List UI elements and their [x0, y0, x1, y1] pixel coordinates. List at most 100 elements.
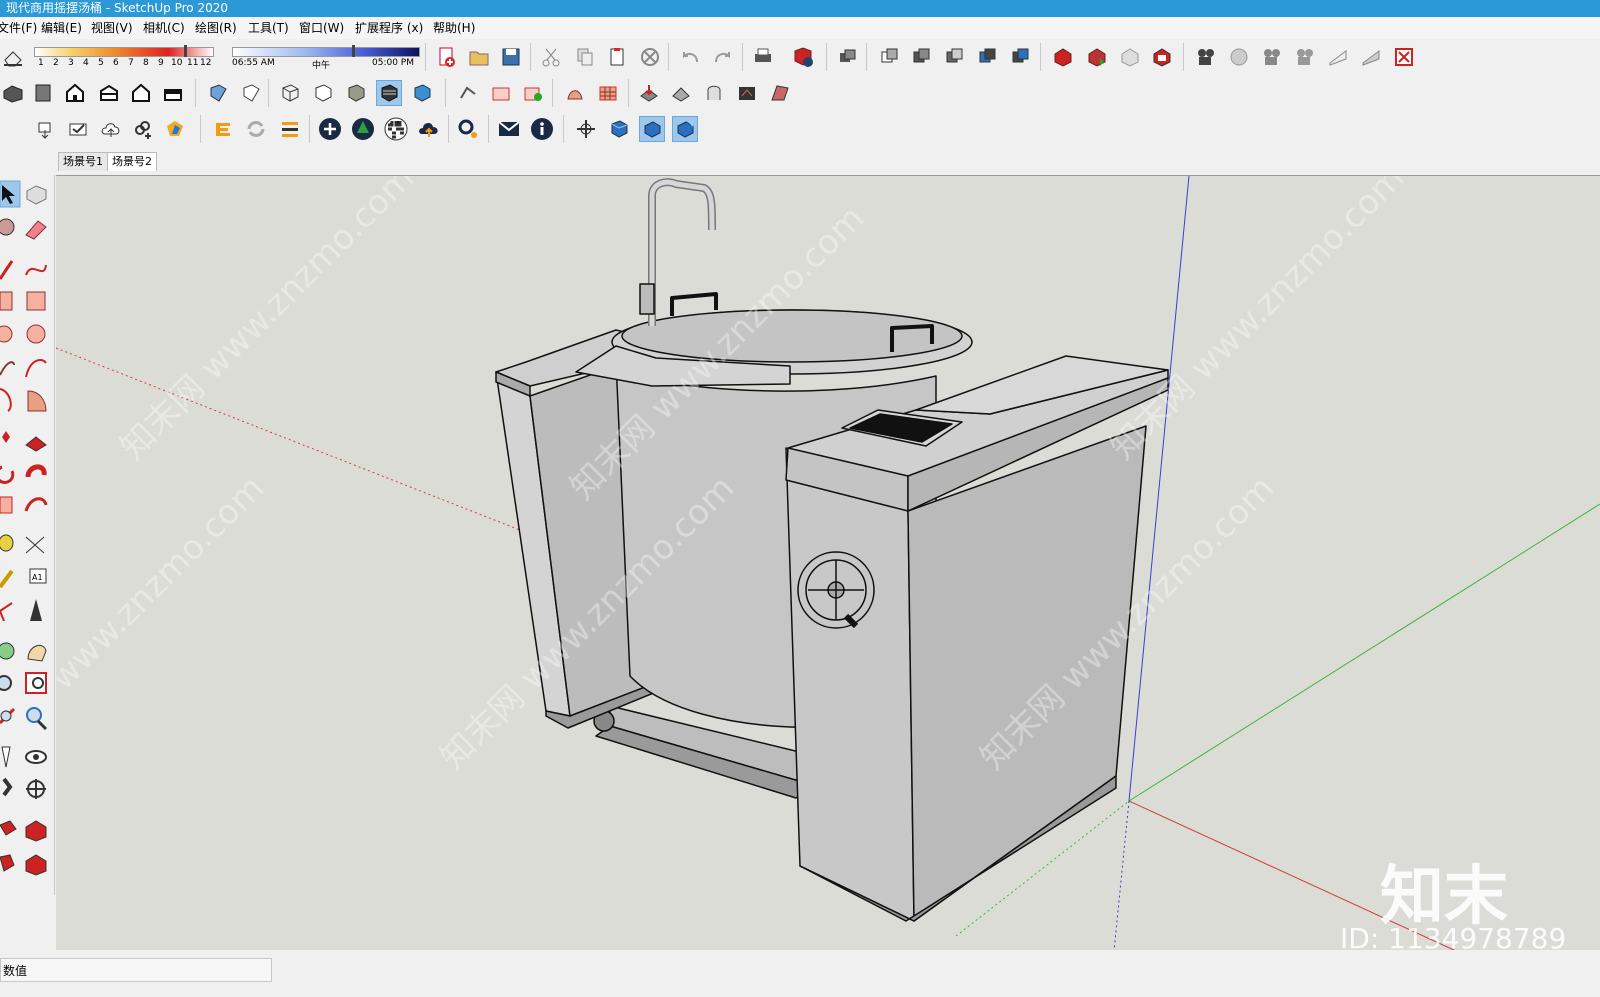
settings-gear-icon[interactable]	[455, 116, 481, 142]
position-camera-icon[interactable]	[1, 746, 11, 768]
scene-tab-2[interactable]: 场景号2	[107, 152, 157, 171]
kettle-model[interactable]	[495, 178, 1169, 922]
scale-tool-icon[interactable]	[0, 496, 13, 514]
view-top-icon[interactable]	[908, 44, 934, 70]
shaded-icon[interactable]	[343, 80, 369, 106]
cut-icon[interactable]	[538, 44, 564, 70]
shadow-month-slider[interactable]: 1 2 3 4 5 6 7 8 9 10 11 12	[34, 43, 214, 75]
measurements-box[interactable]: 数值	[0, 958, 272, 982]
material-checker-icon[interactable]	[383, 116, 409, 142]
view-front-icon[interactable]	[941, 44, 967, 70]
sandbox-stamp-icon[interactable]	[488, 80, 514, 106]
sandbox-add-detail-2-icon[interactable]	[734, 80, 760, 106]
sandbox-contours-icon[interactable]	[562, 80, 588, 106]
axes-icon[interactable]	[573, 116, 599, 142]
hidden-line-icon[interactable]	[310, 80, 336, 106]
make-component-icon[interactable]	[26, 185, 47, 205]
print-icon[interactable]	[750, 44, 776, 70]
add-link-icon[interactable]	[130, 116, 156, 142]
rotate-tool-icon[interactable]	[0, 465, 15, 484]
views-iso-house-icon[interactable]	[0, 80, 26, 106]
menu-help[interactable]: 帮助(H)	[430, 17, 478, 39]
three-point-arc-icon[interactable]	[0, 388, 12, 412]
message-check-icon[interactable]	[65, 116, 91, 142]
menu-view[interactable]: 视图(V)	[88, 17, 136, 39]
paste-icon[interactable]	[604, 44, 630, 70]
3d-text-icon[interactable]	[30, 599, 42, 621]
movie-camera-2-icon[interactable]	[1292, 44, 1318, 70]
home-back-icon[interactable]	[128, 80, 154, 106]
back-edges-icon[interactable]	[238, 80, 264, 106]
follow-me-icon[interactable]	[25, 464, 47, 478]
orbit-tool-icon[interactable]	[0, 642, 15, 660]
model-info-icon[interactable]	[790, 44, 816, 70]
section-plane-tool-icon[interactable]	[26, 779, 46, 799]
eraser-icon[interactable]	[0, 44, 26, 70]
look-around-icon[interactable]	[25, 750, 47, 764]
sandbox-add-detail-icon[interactable]	[701, 80, 727, 106]
sandbox-flip-icon[interactable]	[668, 80, 694, 106]
enscape-start-icon[interactable]	[210, 116, 236, 142]
share-model-icon[interactable]	[1084, 44, 1110, 70]
section-plane-icon[interactable]	[1325, 44, 1351, 70]
menu-extensions[interactable]: 扩展程序 (x)	[352, 17, 426, 39]
scene-tab-1[interactable]: 场景号1	[58, 152, 108, 171]
views-top-icon[interactable]	[30, 80, 56, 106]
freehand-tool-icon[interactable]	[25, 264, 47, 276]
delete-icon[interactable]	[637, 44, 663, 70]
home-front-icon[interactable]	[62, 80, 88, 106]
undo-icon[interactable]	[677, 44, 703, 70]
tape-measure-icon[interactable]	[0, 534, 14, 552]
home-right-icon[interactable]	[96, 80, 122, 106]
zoom-window-icon[interactable]	[25, 672, 47, 694]
close-red-icon[interactable]	[1391, 44, 1417, 70]
copy-icon[interactable]	[572, 44, 598, 70]
xray-icon[interactable]	[205, 80, 231, 106]
extension-warehouse-icon[interactable]	[1149, 44, 1175, 70]
offset-tool-icon[interactable]	[24, 497, 48, 512]
axes-tool-icon[interactable]	[0, 602, 13, 622]
section-fill-icon[interactable]	[672, 116, 698, 142]
trimble-connect-icon[interactable]	[162, 116, 188, 142]
mail-icon[interactable]	[496, 116, 522, 142]
view-right-icon[interactable]	[974, 44, 1000, 70]
shadow-time-slider[interactable]: 06:55 AM 中午 05:00 PM	[232, 43, 420, 75]
sandbox-flip-edge-icon[interactable]	[767, 80, 793, 106]
previous-view-icon[interactable]	[26, 707, 48, 731]
text-tool-icon[interactable]: A1	[29, 568, 47, 584]
sandbox-drape-icon[interactable]	[520, 80, 546, 106]
view-back-icon[interactable]	[1007, 44, 1033, 70]
menu-window[interactable]: 窗口(W)	[296, 17, 347, 39]
get-models-icon[interactable]	[32, 116, 58, 142]
warehouse-tool-icon[interactable]	[0, 820, 17, 836]
zoom-extents-icon[interactable]	[0, 707, 16, 725]
save-icon[interactable]	[498, 44, 524, 70]
select-tool-icon[interactable]	[0, 180, 21, 208]
protractor-icon[interactable]	[0, 569, 14, 589]
model-viewport[interactable]: 知末网 www.znzmo.com 知末网 www.znzmo.com 知末网 …	[56, 175, 1600, 951]
share-component-tool-icon[interactable]	[25, 820, 47, 842]
move-tool-icon[interactable]	[2, 431, 10, 443]
rectangle-tool-icon[interactable]	[0, 291, 13, 311]
arc-tool-icon[interactable]	[0, 361, 15, 376]
circle-tool-icon[interactable]	[0, 325, 13, 343]
rotated-rectangle-icon[interactable]	[26, 291, 46, 311]
pan-tool-icon[interactable]	[27, 644, 47, 662]
tree-icon[interactable]	[350, 116, 376, 142]
component-icon[interactable]	[835, 44, 861, 70]
sandbox-smoove-icon[interactable]	[455, 80, 481, 106]
orbit-gray-icon[interactable]	[1226, 44, 1252, 70]
shaded-textures-icon[interactable]	[376, 80, 402, 106]
extension-manager-icon[interactable]	[0, 854, 15, 872]
redo-icon[interactable]	[710, 44, 736, 70]
eraser-tool-icon[interactable]	[25, 220, 47, 240]
pie-tool-icon[interactable]	[27, 390, 47, 412]
camera-reel-icon[interactable]	[1193, 44, 1219, 70]
cloud-upload-icon[interactable]	[98, 116, 124, 142]
open-folder-icon[interactable]	[466, 44, 492, 70]
line-tool-icon[interactable]	[0, 260, 14, 280]
section-cube-icon[interactable]	[606, 116, 632, 142]
menu-tools[interactable]: 工具(T)	[245, 17, 292, 39]
sandbox-scratch-icon[interactable]	[595, 80, 621, 106]
sandbox-smoove-red-icon[interactable]	[636, 80, 662, 106]
